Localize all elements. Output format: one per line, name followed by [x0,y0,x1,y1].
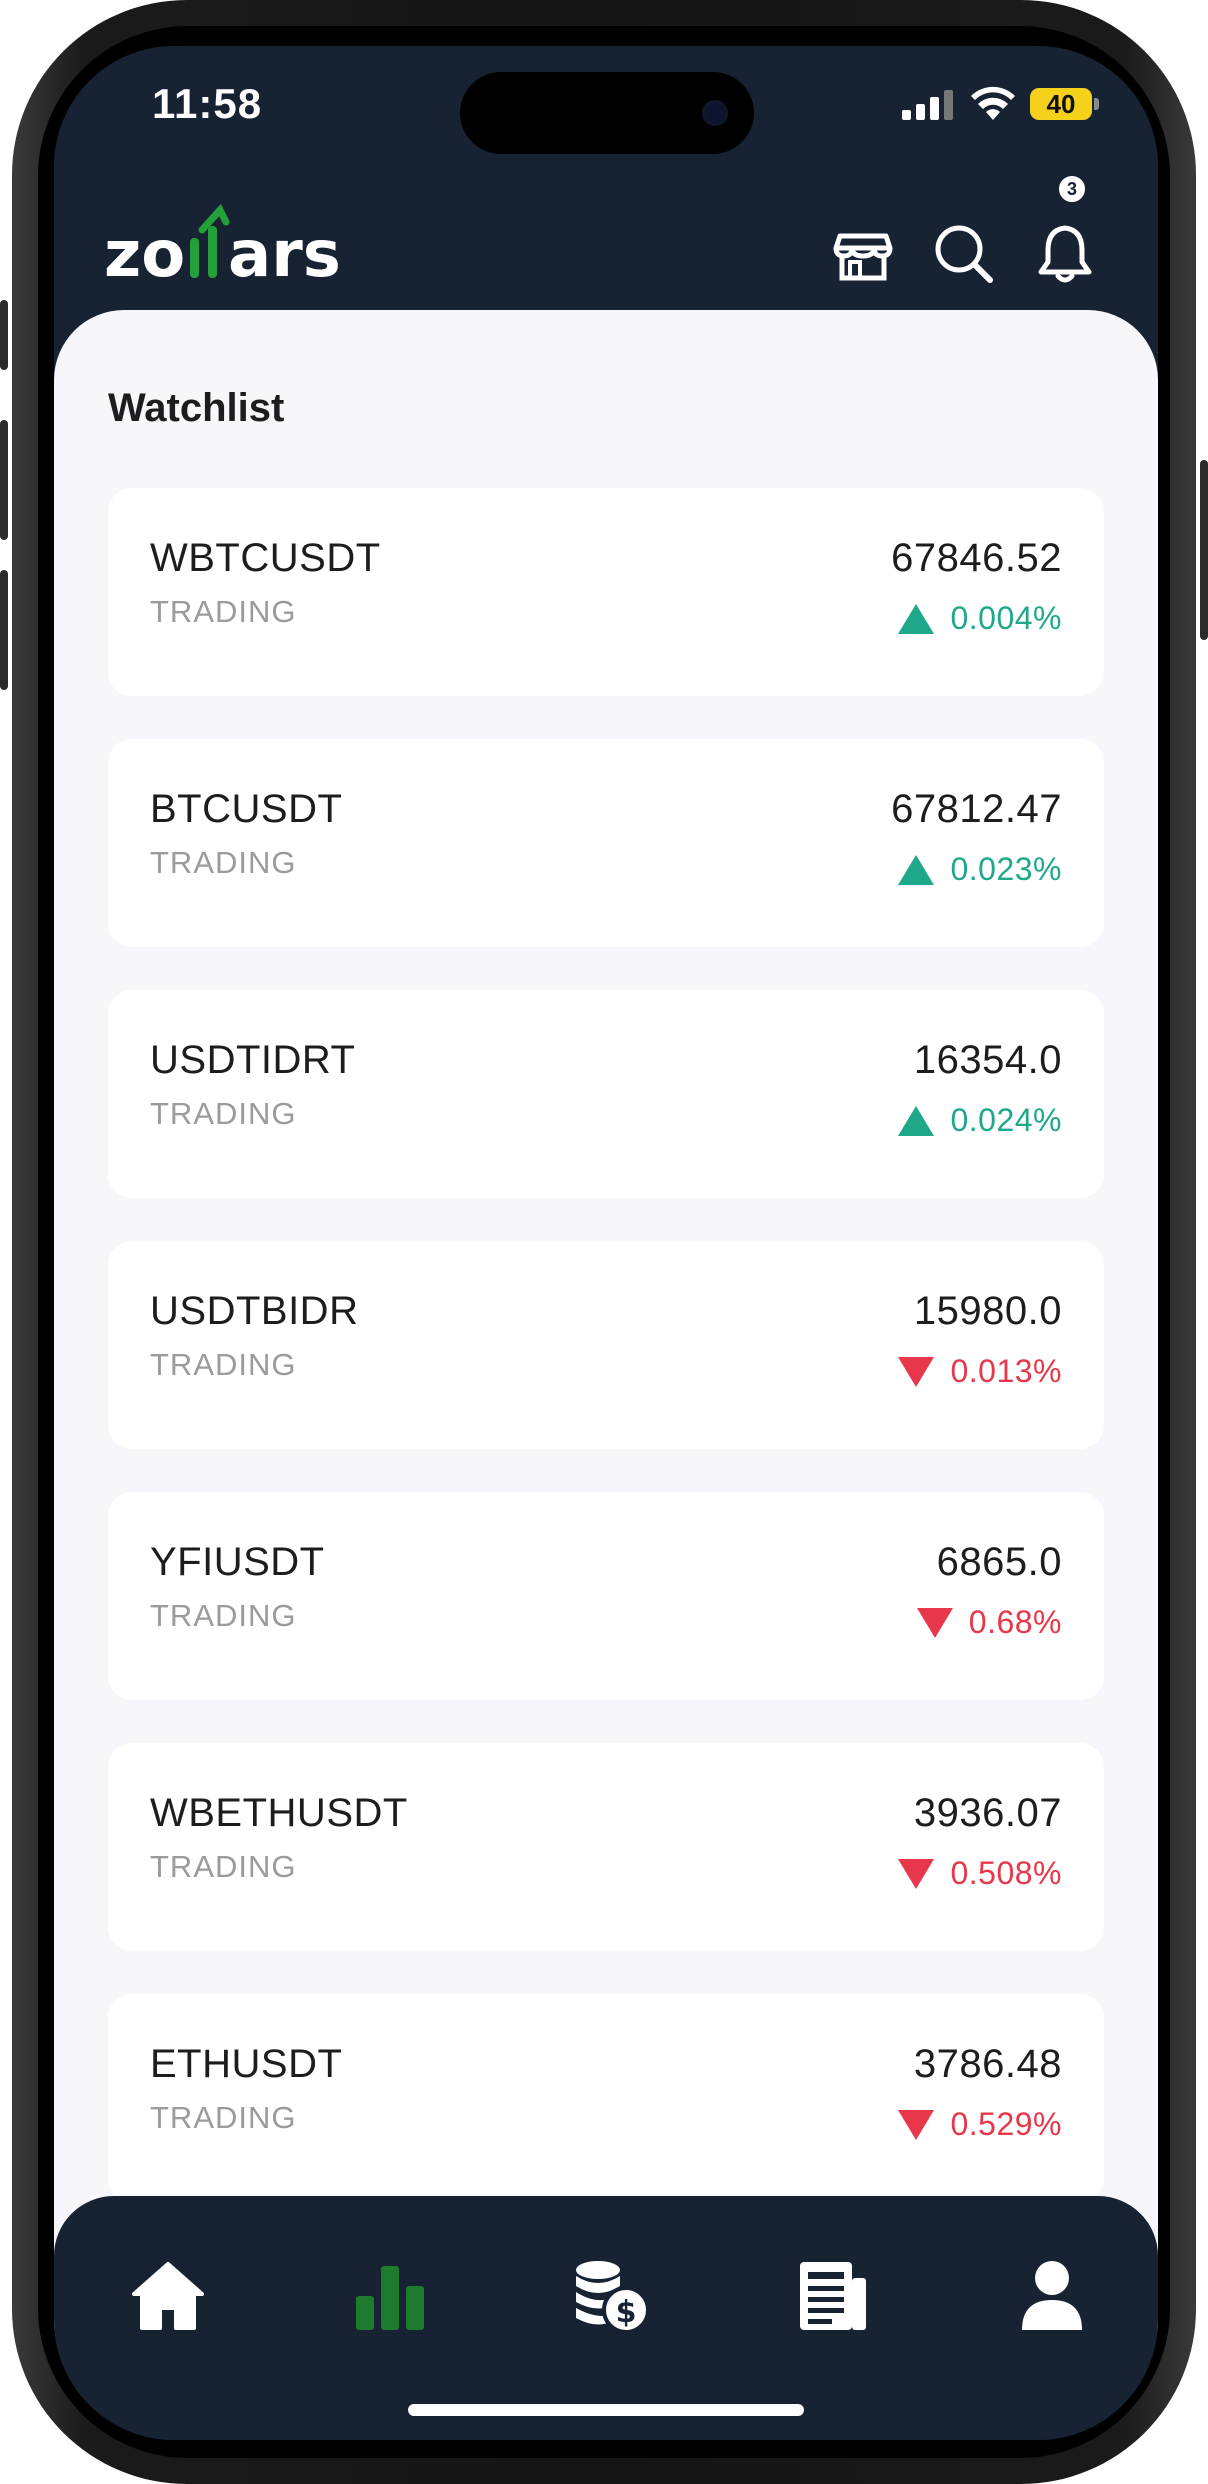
pair-price: 15980.0 [913,1289,1062,1333]
pair-status: TRADING [150,2100,297,2135]
price-change: 0.023% [898,851,1062,888]
pair-status: TRADING [150,1096,297,1131]
pair-status: TRADING [150,594,297,629]
logo-wordmark: zo ars [104,204,341,292]
svg-text:zo: zo [104,218,185,292]
coins-dollar-icon[interactable]: $ [570,2256,650,2336]
dynamic-island [460,72,754,154]
price-change: 0.024% [898,1102,1062,1139]
price-change: 0.529% [898,2106,1062,2143]
price-change: 0.508% [898,1855,1062,1892]
arrow-up-icon [898,603,935,634]
zollars-logo[interactable]: zo ars [104,204,364,294]
arrow-up-icon [898,1105,935,1136]
watchlist-item[interactable]: USDTIDRT TRADING 16354.0 0.024% [108,990,1104,1198]
home-icon[interactable] [128,2256,208,2336]
arrow-down-icon [916,1607,953,1638]
watchlist-item[interactable]: BTCUSDT TRADING 67812.47 0.023% [108,739,1104,947]
watchlist-item[interactable]: WBTCUSDT TRADING 67846.52 0.004% [108,488,1104,696]
pair-status: TRADING [150,845,297,880]
svg-text:$: $ [616,2295,637,2330]
watchlist-item[interactable]: YFIUSDT TRADING 6865.0 0.68% [108,1492,1104,1700]
watchlist-item[interactable]: WBETHUSDT TRADING 3936.07 0.508% [108,1743,1104,1951]
battery-tip [1094,98,1099,110]
phone-power-button [1200,460,1208,640]
price-change: 0.68% [916,1604,1062,1641]
watchlist-item[interactable]: ETHUSDT TRADING 3786.48 0.529% [108,1994,1104,2202]
change-value: 0.024% [950,1102,1062,1138]
pair-status: TRADING [150,1347,297,1382]
change-value: 0.68% [968,1604,1062,1640]
pair-symbol: WBETHUSDT [150,1791,408,1835]
pair-price: 6865.0 [936,1540,1062,1584]
change-value: 0.004% [950,600,1062,636]
market-chart-icon[interactable] [350,2256,430,2336]
status-bar: 11:58 40 [54,46,1158,186]
pair-price: 3936.07 [913,1791,1062,1835]
home-indicator[interactable] [408,2404,804,2416]
change-value: 0.013% [950,1353,1062,1389]
cellular-signal-icon [902,90,953,120]
phone-volume-down-button [0,570,8,690]
pair-symbol: USDTBIDR [150,1289,359,1333]
pair-price: 67812.47 [891,787,1062,831]
change-value: 0.023% [950,851,1062,887]
change-value: 0.508% [950,1855,1062,1891]
pair-symbol: USDTIDRT [150,1038,356,1082]
watchlist-panel: Watchlist WBTCUSDT TRADING 67846.52 0.00… [54,310,1158,2330]
pair-symbol: BTCUSDT [150,787,343,831]
pair-status: TRADING [150,1849,297,1884]
pair-symbol: ETHUSDT [150,2042,343,2086]
search-icon[interactable] [932,222,994,284]
app-screen: 11:58 40 zo ars 3 Watchlist WBTCUSDT TRA… [54,46,1158,2440]
arrow-down-icon [898,2109,935,2140]
pair-symbol: WBTCUSDT [150,536,381,580]
phone-action-button [0,300,8,370]
arrow-down-icon [898,1356,935,1387]
watchlist-item[interactable]: USDTBIDR TRADING 15980.0 0.013% [108,1241,1104,1449]
change-value: 0.529% [950,2106,1062,2142]
battery-indicator: 40 [1030,88,1092,120]
news-icon[interactable] [792,2256,872,2336]
wifi-icon [971,86,1015,120]
pair-price: 67846.52 [891,536,1062,580]
price-change: 0.013% [898,1353,1062,1390]
notification-badge: 3 [1057,174,1087,204]
svg-text:ars: ars [228,218,341,292]
pair-status: TRADING [150,1598,297,1633]
pair-price: 16354.0 [913,1038,1062,1082]
store-icon[interactable] [832,224,894,286]
phone-volume-up-button [0,420,8,540]
profile-icon[interactable] [1012,2256,1092,2336]
arrow-up-icon [898,854,935,885]
pair-price: 3786.48 [913,2042,1062,2086]
camera-icon [702,100,728,126]
price-change: 0.004% [898,600,1062,637]
arrow-down-icon [898,1858,935,1889]
pair-symbol: YFIUSDT [150,1540,325,1584]
watchlist-title: Watchlist [108,386,285,430]
status-time: 11:58 [152,80,263,127]
app-header: zo ars 3 [54,174,1158,306]
bell-icon[interactable] [1034,222,1096,284]
